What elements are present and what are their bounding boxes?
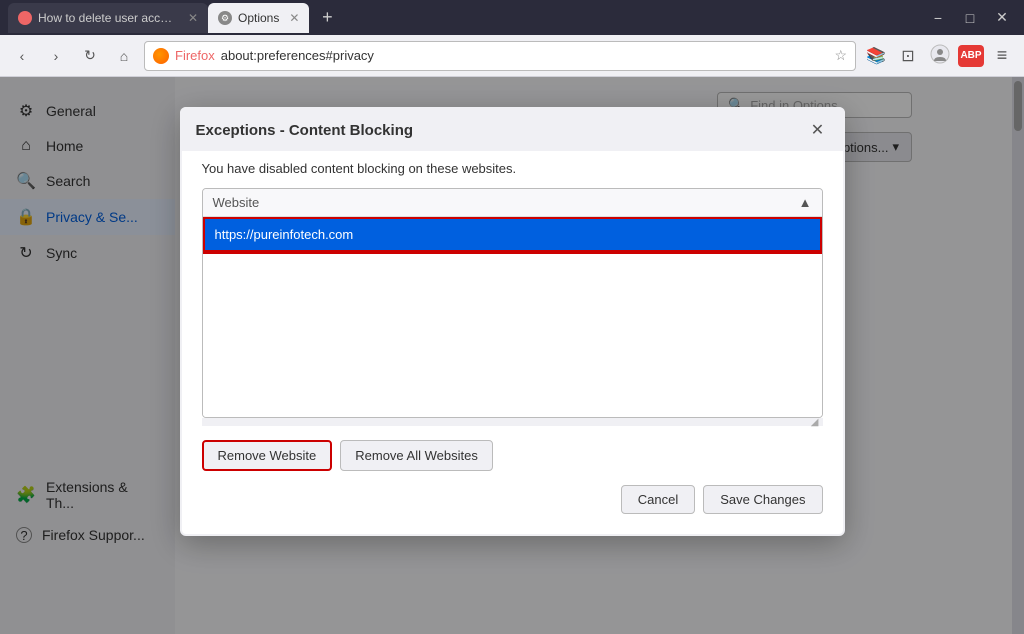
bookmarks-icon: 📚: [866, 46, 886, 66]
dialog-title: Exceptions - Content Blocking: [196, 122, 414, 139]
minimize-button[interactable]: −: [924, 7, 952, 29]
tab-active-close[interactable]: ✕: [289, 11, 299, 25]
dialog-footer: Cancel Save Changes: [202, 485, 823, 514]
remove-website-button[interactable]: Remove Website: [202, 440, 333, 471]
website-list-item[interactable]: https://pureinfotech.com: [203, 217, 822, 252]
firefox-logo-icon: [153, 48, 169, 64]
cancel-button[interactable]: Cancel: [621, 485, 695, 514]
bookmark-star-icon[interactable]: ☆: [834, 47, 847, 64]
browser-titlebar: How to delete user account o... ✕ ⚙ Opti…: [0, 0, 1024, 35]
tab-inactive[interactable]: How to delete user account o... ✕: [8, 3, 208, 33]
dialog-titlebar: Exceptions - Content Blocking ✕: [180, 107, 845, 151]
sort-chevron-icon: ▲: [799, 195, 812, 210]
website-column-header[interactable]: Website ▲: [203, 189, 822, 217]
synced-tabs-icon: ⊡: [901, 46, 914, 66]
forward-button[interactable]: ›: [42, 42, 70, 70]
refresh-button[interactable]: ↻: [76, 42, 104, 70]
account-button[interactable]: [926, 42, 954, 70]
back-button[interactable]: ‹: [8, 42, 36, 70]
resize-icon: ◢: [811, 417, 819, 428]
dialog-close-button[interactable]: ✕: [807, 119, 829, 141]
modal-overlay: Exceptions - Content Blocking ✕ You have…: [0, 77, 1024, 634]
website-header-label: Website: [213, 195, 260, 210]
website-url: https://pureinfotech.com: [215, 227, 354, 242]
new-tab-button[interactable]: +: [313, 4, 341, 32]
dialog-body: You have disabled content blocking on th…: [182, 151, 843, 534]
address-brand: Firefox: [175, 48, 215, 63]
main-area: ⚙ General ⌂ Home 🔍 Search 🔒 Privacy & Se…: [0, 77, 1024, 634]
dialog-actions-row1: Remove Website Remove All Websites: [202, 440, 823, 471]
toolbar-icons: 📚 ⊡ ABP ≡: [862, 42, 1016, 70]
resize-handle[interactable]: ◢: [202, 418, 823, 426]
adblock-badge[interactable]: ABP: [958, 45, 984, 67]
tab-active-label: Options: [238, 11, 279, 25]
synced-tabs-button[interactable]: ⊡: [894, 42, 922, 70]
exceptions-dialog: Exceptions - Content Blocking ✕ You have…: [180, 107, 845, 536]
window-controls: − □ ✕: [924, 7, 1016, 29]
dialog-description: You have disabled content blocking on th…: [202, 161, 823, 176]
remove-all-websites-button[interactable]: Remove All Websites: [340, 440, 493, 471]
maximize-button[interactable]: □: [956, 7, 984, 29]
account-icon: [930, 44, 950, 67]
website-list-container: Website ▲ https://pureinfotech.com: [202, 188, 823, 418]
browser-navbar: ‹ › ↻ ⌂ Firefox about:preferences#privac…: [0, 35, 1024, 77]
address-bar[interactable]: Firefox about:preferences#privacy ☆: [144, 41, 856, 71]
tab-inactive-close[interactable]: ✕: [188, 11, 198, 25]
tab-inactive-label: How to delete user account o...: [38, 11, 178, 25]
bookmarks-button[interactable]: 📚: [862, 42, 890, 70]
close-button[interactable]: ✕: [988, 7, 1016, 29]
save-changes-button[interactable]: Save Changes: [703, 485, 822, 514]
website-list[interactable]: https://pureinfotech.com: [203, 217, 822, 417]
menu-icon: ≡: [997, 45, 1008, 66]
home-button[interactable]: ⌂: [110, 42, 138, 70]
tab-active[interactable]: ⚙ Options ✕: [208, 3, 309, 33]
address-text[interactable]: about:preferences#privacy: [221, 48, 829, 63]
menu-button[interactable]: ≡: [988, 42, 1016, 70]
